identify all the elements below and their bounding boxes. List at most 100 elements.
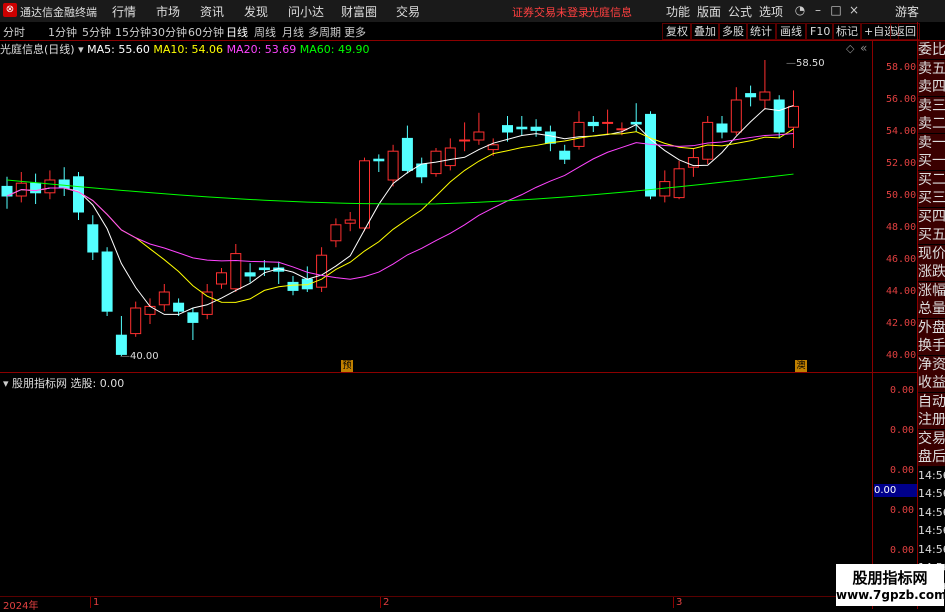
side-label[interactable]: 买五 — [918, 226, 945, 245]
diamond-icon[interactable]: ◇ — [846, 42, 854, 55]
side-label[interactable]: 总量 — [918, 300, 945, 319]
period-15min[interactable]: 15分钟 — [115, 24, 151, 40]
adjust-button[interactable]: 复权 — [662, 23, 692, 40]
candle-body[interactable] — [444, 147, 456, 167]
candle-body[interactable] — [573, 121, 585, 147]
candle-body[interactable] — [759, 91, 771, 101]
period-monthly[interactable]: 月线 — [282, 24, 304, 40]
menu-news[interactable]: 资讯 — [200, 3, 224, 20]
candle-body[interactable] — [730, 99, 742, 133]
indicator-title[interactable]: 股朋指标网 — [12, 377, 67, 390]
side-label[interactable]: 14:56 — [918, 540, 945, 560]
candle-body[interactable] — [544, 131, 556, 144]
candle-body[interactable] — [87, 224, 99, 253]
login-status[interactable]: 证券交易未登录 — [512, 4, 589, 20]
candle-body[interactable] — [716, 123, 728, 133]
candle-body[interactable] — [645, 113, 656, 197]
candle-body[interactable] — [387, 150, 399, 181]
candle-body[interactable] — [330, 224, 342, 242]
period-daily[interactable]: 日线 — [226, 24, 248, 40]
side-label[interactable]: 14:56 — [918, 466, 945, 486]
mark-button[interactable]: 标记 — [832, 23, 862, 40]
candle-body[interactable] — [630, 121, 642, 125]
period-multi[interactable]: 多周期 — [308, 24, 341, 40]
menu-markets[interactable]: 市场 — [156, 3, 180, 20]
candle-body[interactable] — [502, 125, 513, 133]
period-tick[interactable]: 分时 — [3, 24, 25, 40]
candle-body[interactable] — [316, 254, 328, 288]
minimize-icon[interactable]: – — [810, 2, 826, 18]
menu-market[interactable]: 行情 — [112, 3, 136, 20]
candle-body[interactable] — [301, 278, 313, 290]
candle-body[interactable] — [373, 158, 385, 162]
indicator-dropdown-icon[interactable]: ▾ — [3, 377, 9, 390]
event-marker-2[interactable]: 澳 — [795, 360, 807, 372]
side-label[interactable]: 收益 — [918, 374, 945, 393]
candle-body[interactable] — [101, 251, 113, 312]
candle-body[interactable] — [359, 160, 370, 229]
side-label[interactable]: 净资 — [918, 355, 945, 375]
side-label[interactable]: 买二 — [918, 170, 945, 190]
candle-body[interactable] — [516, 126, 528, 130]
multi-stock-button[interactable]: 多股 — [718, 23, 748, 40]
period-more[interactable]: 更多 — [344, 24, 366, 40]
event-marker-1[interactable]: 预 — [341, 360, 353, 372]
candle-body[interactable] — [559, 150, 571, 160]
candle-body[interactable] — [58, 179, 70, 189]
side-label[interactable]: 自动 — [918, 392, 945, 412]
period-weekly[interactable]: 周线 — [254, 24, 276, 40]
side-label[interactable]: 卖二 — [918, 115, 945, 134]
back-button[interactable]: 返回 — [890, 23, 920, 40]
period-30min[interactable]: 30分钟 — [151, 24, 187, 40]
menu-ask[interactable]: 问小达 — [288, 3, 324, 20]
candle-body[interactable] — [530, 126, 542, 131]
candle-body[interactable] — [258, 267, 270, 271]
theme-icon[interactable]: ◔ — [792, 2, 808, 18]
candle-body[interactable] — [30, 182, 42, 194]
candle-body[interactable] — [602, 121, 614, 124]
candle-body[interactable] — [344, 219, 356, 224]
candle-body[interactable] — [144, 305, 156, 315]
candle-body[interactable] — [487, 144, 499, 151]
candle-body[interactable] — [244, 272, 256, 277]
overlay-button[interactable]: 叠加 — [690, 23, 720, 40]
candle-body[interactable] — [230, 253, 242, 290]
side-label[interactable]: 卖五 — [918, 59, 945, 79]
f10-button[interactable]: F10 — [806, 23, 835, 40]
guest-label[interactable]: 游客 — [895, 3, 919, 20]
candle-body[interactable] — [459, 139, 471, 142]
side-label[interactable]: 现价 — [918, 244, 945, 264]
maximize-icon[interactable]: □ — [828, 2, 844, 18]
menu-discover[interactable]: 发现 — [244, 3, 268, 20]
candle-body[interactable] — [773, 99, 785, 133]
candle-body[interactable] — [187, 312, 199, 323]
candle-body[interactable] — [587, 121, 599, 127]
menu-wealth[interactable]: 财富圈 — [341, 3, 377, 20]
side-label[interactable]: 注册 — [918, 411, 945, 430]
side-label[interactable]: 买三 — [918, 189, 945, 208]
candle-body[interactable] — [216, 272, 227, 285]
side-label[interactable]: 涨幅 — [918, 281, 945, 301]
candle-body[interactable] — [702, 121, 714, 160]
candle-body[interactable] — [401, 137, 413, 171]
period-1min[interactable]: 1分钟 — [48, 24, 77, 40]
menu-trade[interactable]: 交易 — [396, 3, 420, 20]
stats-button[interactable]: 统计 — [746, 23, 776, 40]
collapse-icon[interactable]: « — [860, 41, 867, 55]
candle-body[interactable] — [745, 93, 757, 98]
candle-body[interactable] — [158, 291, 170, 306]
side-label[interactable]: 交易 — [918, 429, 945, 449]
period-5min[interactable]: 5分钟 — [82, 24, 111, 40]
menu-options[interactable]: 选项 — [759, 3, 783, 20]
candle-body[interactable] — [673, 168, 685, 199]
side-label[interactable]: 外盘 — [918, 318, 945, 338]
side-label[interactable]: 盘后 — [918, 448, 945, 467]
menu-formula[interactable]: 公式 — [728, 3, 752, 20]
side-label[interactable]: 委比 — [918, 41, 945, 60]
side-label[interactable]: 14:56 — [918, 485, 945, 504]
side-label[interactable]: 涨跌 — [918, 263, 945, 282]
candle-body[interactable] — [130, 307, 142, 335]
side-label[interactable]: 买四 — [918, 207, 945, 227]
period-60min[interactable]: 60分钟 — [188, 24, 224, 40]
draw-button[interactable]: 画线 — [776, 23, 806, 40]
